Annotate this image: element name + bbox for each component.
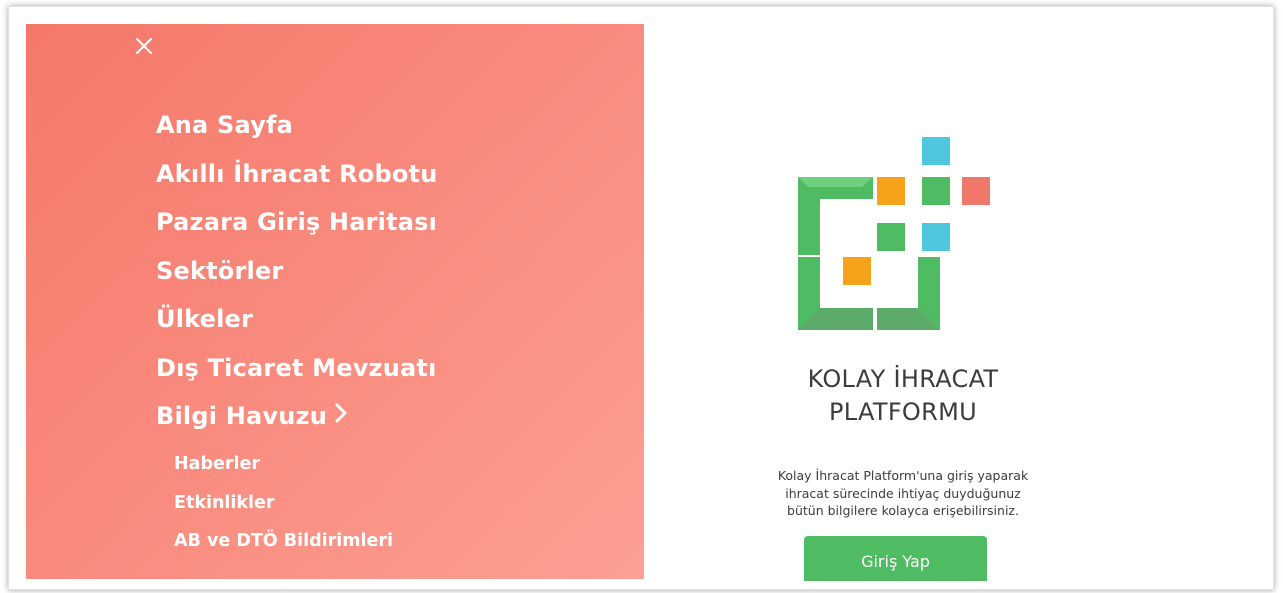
platform-description-line: Kolay İhracat Platform'una giriş yaparak xyxy=(777,468,1029,483)
kolay-ihracat-logo xyxy=(798,135,994,335)
nav-item-label: Ana Sayfa xyxy=(156,111,294,139)
nav-item-dis-ticaret-mevzuati[interactable]: Dış Ticaret Mevzuatı xyxy=(156,349,438,398)
close-icon[interactable] xyxy=(136,38,152,54)
nav-item-label: Ülkeler xyxy=(156,305,254,333)
nav-item-label: Akıllı İhracat Robotu xyxy=(156,159,438,188)
nav-item-akilli-ihracat-robotu[interactable]: Akıllı İhracat Robotu xyxy=(156,155,438,204)
sub-nav-item-label: Haberler xyxy=(174,454,260,474)
nav-item-label: Dış Ticaret Mevzuatı xyxy=(156,353,437,382)
platform-title-line: KOLAY İHRACAT xyxy=(807,365,999,393)
navigation-menu-panel: Ana Sayfa Akıllı İhracat Robotu Pazara G… xyxy=(26,24,644,579)
platform-description-line: bütün bilgilere kolayca erişebilirsiniz. xyxy=(787,503,1019,518)
nav-item-label: Bilgi Havuzu xyxy=(156,402,327,430)
sub-nav-item-haberler[interactable]: Haberler xyxy=(174,450,393,489)
nav-item-ana-sayfa[interactable]: Ana Sayfa xyxy=(156,106,438,155)
page-frame: Ana Sayfa Akıllı İhracat Robotu Pazara G… xyxy=(8,6,1274,590)
sub-nav-item-ab-ve-dto-bildirimleri[interactable]: AB ve DTÖ Bildirimleri xyxy=(174,527,393,566)
chevron-right-icon xyxy=(335,396,347,434)
sub-nav-item-label: Etkinlikler xyxy=(174,492,275,513)
nav-item-sektorler[interactable]: Sektörler xyxy=(156,252,438,301)
nav-item-label: Pazara Giriş Haritası xyxy=(156,208,438,236)
platform-description-line: ihracat sürecinde ihtiyaç duyduğunuz xyxy=(785,485,1021,501)
login-button[interactable]: Giriş Yap xyxy=(804,536,987,581)
nav-item-label: Sektörler xyxy=(156,256,284,285)
sub-nav-item-label: AB ve DTÖ Bildirimleri xyxy=(174,531,393,551)
platform-title-line: PLATFORMU xyxy=(829,398,977,426)
nav-item-ulkeler[interactable]: Ülkeler xyxy=(156,300,438,349)
platform-title: KOLAY İHRACAT PLATFORMU xyxy=(753,363,1053,429)
nav-item-pazara-giris-haritasi[interactable]: Pazara Giriş Haritası xyxy=(156,203,438,252)
sub-nav-item-etkinlikler[interactable]: Etkinlikler xyxy=(174,489,393,528)
bilgi-havuzu-submenu: Haberler Etkinlikler AB ve DTÖ Bildiriml… xyxy=(174,450,393,566)
nav-item-bilgi-havuzu[interactable]: Bilgi Havuzu xyxy=(156,397,438,446)
main-nav-list: Ana Sayfa Akıllı İhracat Robotu Pazara G… xyxy=(156,106,438,446)
platform-description: Kolay İhracat Platform'una giriş yaparak… xyxy=(753,467,1053,520)
